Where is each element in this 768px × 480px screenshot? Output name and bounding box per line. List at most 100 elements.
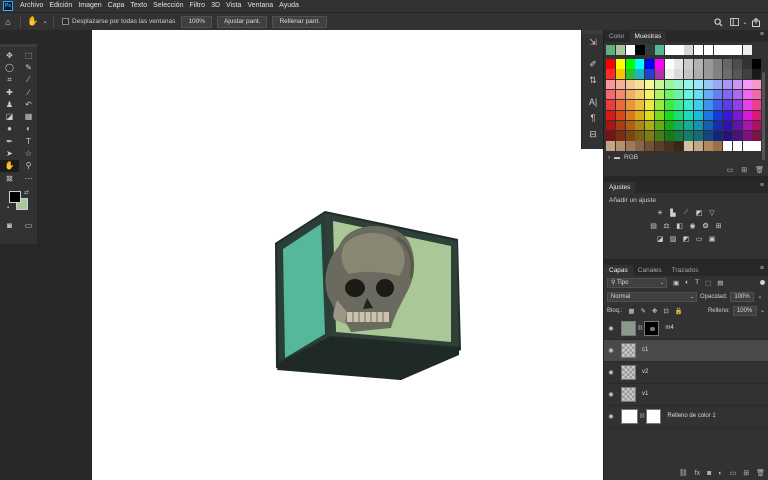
color-swatch[interactable]	[732, 69, 742, 79]
color-swatch[interactable]	[723, 141, 733, 151]
marquee-tool-icon[interactable]: ⬚	[19, 49, 38, 61]
color-swatch[interactable]	[645, 120, 655, 131]
color-swatch[interactable]	[674, 131, 684, 141]
color-swatch[interactable]	[606, 110, 616, 121]
workspace-icon[interactable]	[726, 15, 742, 29]
color-swatch[interactable]	[703, 120, 713, 131]
shape-tool-icon[interactable]: ☆	[19, 147, 38, 159]
color-swatch[interactable]	[703, 59, 713, 69]
color-swatch[interactable]	[654, 131, 664, 141]
trash-icon[interactable]: 🗑	[755, 166, 764, 174]
color-swatch[interactable]	[752, 131, 762, 141]
new-swatch-icon[interactable]: ⊞	[741, 166, 747, 174]
color-swatch[interactable]	[694, 45, 704, 55]
curves-icon[interactable]: ⟋	[682, 209, 690, 217]
color-swatch[interactable]	[742, 89, 752, 100]
color-swatch[interactable]	[723, 120, 733, 131]
blend-mode-select[interactable]: Normal ⌄	[607, 291, 697, 302]
pen-tool-icon[interactable]: ✒	[0, 135, 19, 147]
color-swatch[interactable]	[606, 141, 616, 151]
color-swatch[interactable]	[752, 69, 762, 79]
hand-tool-icon[interactable]: ✋	[25, 15, 41, 29]
adjust-sliders-icon[interactable]: ⇅	[582, 72, 604, 88]
eyedropper-tool-icon[interactable]: ⁄	[19, 74, 38, 86]
color-swatch[interactable]	[713, 89, 723, 100]
crop-tool-icon[interactable]: ⌗	[0, 74, 19, 86]
color-swatch[interactable]	[674, 59, 684, 69]
color-swatch[interactable]	[713, 45, 723, 55]
filter-smart-icon[interactable]: ▤	[717, 279, 723, 287]
color-swatch[interactable]	[635, 141, 645, 151]
color-swatch[interactable]	[606, 69, 616, 79]
color-swatch[interactable]	[674, 141, 684, 151]
color-swatch[interactable]	[664, 89, 674, 100]
filter-adjustment-icon[interactable]: ◐	[685, 279, 689, 286]
color-swatch[interactable]	[654, 141, 664, 151]
color-swatch[interactable]	[732, 79, 742, 90]
color-swatch[interactable]	[664, 45, 674, 55]
zoom-tool-icon[interactable]: ⚲	[19, 160, 38, 172]
color-swatch[interactable]	[742, 79, 752, 90]
color-swatch[interactable]	[615, 131, 625, 141]
menu-filtro[interactable]: Filtro	[187, 0, 209, 12]
color-swatch[interactable]	[684, 45, 694, 55]
color-swatch[interactable]	[742, 69, 752, 79]
move-tool-icon[interactable]: ✥	[0, 49, 19, 61]
layer-row-v1[interactable]: ◉ v1	[604, 384, 768, 406]
scroll-all-checkbox[interactable]	[62, 18, 69, 25]
color-swatch[interactable]	[645, 110, 655, 121]
visibility-eye-icon[interactable]: ◉	[604, 325, 618, 332]
color-swatch[interactable]	[654, 45, 665, 55]
color-swatch[interactable]	[693, 79, 703, 90]
color-swatch[interactable]	[664, 141, 674, 151]
color-swatch[interactable]	[684, 110, 694, 121]
color-swatch[interactable]	[635, 45, 645, 55]
chevron-down-icon[interactable]: ⌄	[760, 307, 765, 314]
color-swatch[interactable]	[615, 89, 625, 100]
lock-all-icon[interactable]: 🔒	[675, 307, 683, 315]
character-panel-icon[interactable]: A|	[582, 94, 604, 110]
color-swatch[interactable]	[664, 79, 674, 90]
new-group-icon[interactable]: ▭	[727, 166, 734, 174]
panel-menu-icon[interactable]: ≡	[760, 31, 764, 38]
channel-mixer-icon[interactable]: ❂	[702, 222, 710, 230]
default-colors-icon[interactable]: ▪	[7, 205, 9, 211]
color-swatch[interactable]	[674, 120, 684, 131]
filter-toggle[interactable]	[760, 280, 765, 286]
color-swatch[interactable]	[615, 120, 625, 131]
brush-settings-icon[interactable]: ✐	[582, 56, 604, 72]
foreground-color-swatch[interactable]	[9, 191, 21, 204]
color-swatch[interactable]	[635, 69, 645, 79]
color-balance-icon[interactable]: ⚖	[663, 222, 671, 230]
layer-filter-select[interactable]: ⚲ Tipo ⌄	[607, 277, 667, 288]
visibility-eye-icon[interactable]: ◉	[604, 347, 618, 354]
color-swatch[interactable]	[703, 100, 713, 110]
layer-mask-thumbnail[interactable]	[646, 408, 662, 424]
color-swatch[interactable]	[693, 120, 703, 131]
panel-menu-icon[interactable]: ≡	[760, 182, 764, 189]
color-swatch[interactable]	[645, 45, 655, 55]
color-swatch[interactable]	[732, 120, 742, 131]
color-swatch[interactable]	[674, 45, 684, 55]
color-swatch[interactable]	[693, 89, 703, 100]
glyphs-panel-icon[interactable]: ⊟	[582, 126, 604, 142]
search-icon[interactable]	[710, 15, 726, 29]
color-swatch[interactable]	[732, 110, 742, 121]
color-swatch[interactable]	[742, 141, 752, 151]
color-swatch[interactable]	[606, 120, 616, 131]
add-mask-icon[interactable]: ◙	[707, 470, 711, 477]
color-swatch[interactable]	[625, 131, 635, 141]
color-swatch[interactable]	[684, 89, 694, 100]
color-swatch[interactable]	[654, 100, 664, 110]
color-swatch[interactable]	[713, 69, 723, 79]
screen-mode-icon[interactable]: ▭	[19, 218, 38, 232]
color-swatch[interactable]	[742, 110, 752, 121]
hand-tool-icon[interactable]: ✋	[0, 159, 19, 172]
visibility-eye-icon[interactable]: ◉	[604, 391, 618, 398]
color-swatch[interactable]	[723, 110, 733, 121]
color-swatch[interactable]	[742, 120, 752, 131]
color-swatch[interactable]	[645, 141, 655, 151]
color-swatch[interactable]	[684, 131, 694, 141]
color-swatch[interactable]	[752, 141, 762, 151]
more-tools-icon[interactable]: ⋯	[19, 172, 38, 184]
